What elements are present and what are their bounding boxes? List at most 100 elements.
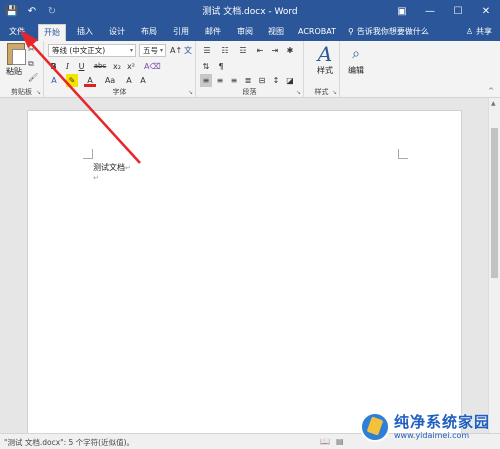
dialog-launcher-icon[interactable]: ↘ (296, 89, 301, 96)
align-left-icon[interactable]: ≡ (200, 74, 212, 87)
print-layout-icon[interactable]: ▤ (336, 437, 344, 446)
subscript-button[interactable]: x₂ (111, 60, 123, 73)
lightbulb-icon: ⚲ (348, 27, 354, 36)
distributed-icon[interactable]: ⊟ (256, 74, 268, 87)
tab-references[interactable]: 引用 (168, 24, 194, 41)
font-color-button[interactable]: A (84, 74, 96, 87)
bold-button[interactable]: B (48, 60, 59, 73)
enclose-char-button[interactable]: A (138, 74, 148, 87)
watermark-text: 纯净系统家园 www.yidaimei.com (394, 413, 491, 441)
copy-icon[interactable]: ⧉ (28, 59, 34, 69)
group-paragraph: ☰ ☷ ☲ ⇤ ⇥ ✱ ⇅ ¶ ≡ ≡ ≡ ≣ ⊟ ↕ ◪ 段落 ↘ (196, 41, 304, 98)
font-size-box[interactable]: 五号 ▾ (139, 44, 166, 57)
scroll-up-icon[interactable]: ▲ (491, 100, 496, 107)
italic-button[interactable]: I (62, 60, 73, 73)
show-marks-icon[interactable]: ¶ (215, 60, 227, 73)
group-font: 等线 (中文正文) ▾ 五号 ▾ A↑ 文 B I U abc x₂ x² A⌫… (44, 41, 196, 98)
change-case-button[interactable]: Aa (102, 74, 118, 87)
tab-file[interactable]: 文件 (4, 24, 30, 41)
find-icon: ⌕ (352, 46, 360, 62)
numbering-icon[interactable]: ☷ (218, 44, 232, 57)
tell-me-text: 告诉我你想要做什么 (356, 27, 429, 36)
format-painter-icon[interactable]: 🖌 (28, 73, 38, 82)
paste-button[interactable]: 粘贴 (6, 66, 22, 77)
strikethrough-button[interactable]: abc (92, 60, 108, 73)
dialog-launcher-icon[interactable]: ↘ (332, 89, 337, 96)
font-size-value: 五号 (143, 46, 158, 55)
chinese-layout-icon[interactable]: ✱ (284, 44, 296, 57)
read-mode-icon[interactable]: 📖 (320, 437, 330, 446)
margin-mark-top-right (398, 149, 408, 159)
sort-icon[interactable]: ⇅ (200, 60, 212, 73)
group-clipboard: 粘贴 ✂ ⧉ 🖌 剪贴板 ↘ (0, 41, 44, 98)
font-group-label: 字体 (112, 88, 127, 96)
editing-button[interactable]: ⌕ 编辑 (343, 43, 369, 76)
window-controls: ▣ — ☐ ✕ (388, 0, 500, 22)
watermark: 纯净系统家园 www.yidaimei.com (360, 412, 490, 442)
ribbon-home: 粘贴 ✂ ⧉ 🖌 剪贴板 ↘ 等线 (中文正文) ▾ 五号 ▾ A↑ 文 B I… (0, 41, 500, 98)
font-name-box[interactable]: 等线 (中文正文) ▾ (48, 44, 136, 57)
tab-view[interactable]: 视图 (263, 24, 289, 41)
chevron-down-icon: ▾ (159, 47, 163, 54)
decrease-indent-icon[interactable]: ⇤ (254, 44, 266, 57)
align-right-icon[interactable]: ≡ (228, 74, 240, 87)
margin-mark-top-left (83, 149, 93, 159)
multilevel-list-icon[interactable]: ☲ (236, 44, 250, 57)
cut-icon[interactable]: ✂ (28, 45, 35, 54)
dialog-launcher-icon[interactable]: ↘ (36, 89, 41, 96)
minimize-icon[interactable]: — (416, 0, 444, 22)
tab-home[interactable]: 开始 (38, 24, 66, 41)
paragraph-mark: ↵ (125, 164, 131, 172)
tab-layout[interactable]: 布局 (136, 24, 162, 41)
bullets-icon[interactable]: ☰ (200, 44, 214, 57)
editing-label: 编辑 (348, 66, 364, 75)
tab-mailings[interactable]: 邮件 (200, 24, 226, 41)
styles-icon: A (317, 42, 333, 66)
tab-acrobat[interactable]: ACROBAT (293, 24, 341, 41)
close-icon[interactable]: ✕ (472, 0, 500, 22)
align-center-icon[interactable]: ≡ (214, 74, 226, 87)
empty-paragraph-mark: ↵ (93, 174, 99, 182)
document-page[interactable]: 测试文档↵ ↵ (27, 110, 462, 440)
watermark-url: www.yidaimei.com (394, 431, 470, 440)
highlight-icon[interactable]: ✎ (66, 74, 78, 87)
shading-icon[interactable]: ◪ (284, 74, 296, 87)
document-body-text: 测试文档 (93, 163, 125, 172)
tell-me-box[interactable]: ⚲ 告诉我你想要做什么 (348, 26, 429, 37)
document-text[interactable]: 测试文档↵ (93, 162, 131, 173)
chevron-down-icon: ▾ (129, 47, 133, 54)
shrink-font-button[interactable]: A (124, 74, 134, 87)
title-bar: 💾 ↶ ↻ 测试 文档.docx - Word ▣ — ☐ ✕ (0, 0, 500, 22)
underline-button[interactable]: U (76, 60, 87, 73)
clear-format-icon[interactable]: A⌫ (144, 60, 161, 73)
styles-button[interactable]: A 样式 (312, 43, 338, 76)
tab-insert[interactable]: 插入 (72, 24, 98, 41)
justify-icon[interactable]: ≣ (242, 74, 254, 87)
view-switcher: 📖 ▤ (320, 437, 344, 446)
paragraph-group-label: 段落 (242, 88, 257, 96)
maximize-icon[interactable]: ☐ (444, 0, 472, 22)
ribbon-tabs: 文件 开始 插入 设计 布局 引用 邮件 审阅 视图 ACROBAT ⚲ 告诉我… (0, 22, 500, 41)
share-button[interactable]: ♙ 共享 (466, 26, 492, 37)
tab-design[interactable]: 设计 (104, 24, 130, 41)
font-name-value: 等线 (中文正文) (52, 46, 106, 55)
restore-icon[interactable]: ▣ (388, 0, 416, 22)
watermark-logo-icon (360, 412, 390, 442)
styles-label: 样式 (317, 66, 333, 75)
grow-font-icon[interactable]: A↑ (170, 44, 182, 57)
collapse-ribbon-icon[interactable]: ^ (488, 87, 494, 95)
document-area: 测试文档↵ ↵ (0, 98, 488, 440)
person-icon: ♙ (465, 27, 473, 36)
status-text: "测试 文档.docx": 5 个字符(近似值)。 (4, 438, 134, 447)
scrollbar-thumb[interactable] (491, 128, 498, 278)
clipboard-icon[interactable] (7, 43, 26, 65)
line-spacing-icon[interactable]: ↕ (270, 74, 282, 87)
superscript-button[interactable]: x² (125, 60, 137, 73)
text-effects-icon[interactable]: A (48, 74, 60, 87)
watermark-cn: 纯净系统家园 (394, 413, 491, 431)
vertical-scrollbar[interactable]: ▲ (488, 98, 500, 433)
dialog-launcher-icon[interactable]: ↘ (188, 89, 193, 96)
tab-review[interactable]: 审阅 (232, 24, 258, 41)
increase-indent-icon[interactable]: ⇥ (269, 44, 281, 57)
phonetic-guide-icon[interactable]: 文 (183, 44, 193, 57)
